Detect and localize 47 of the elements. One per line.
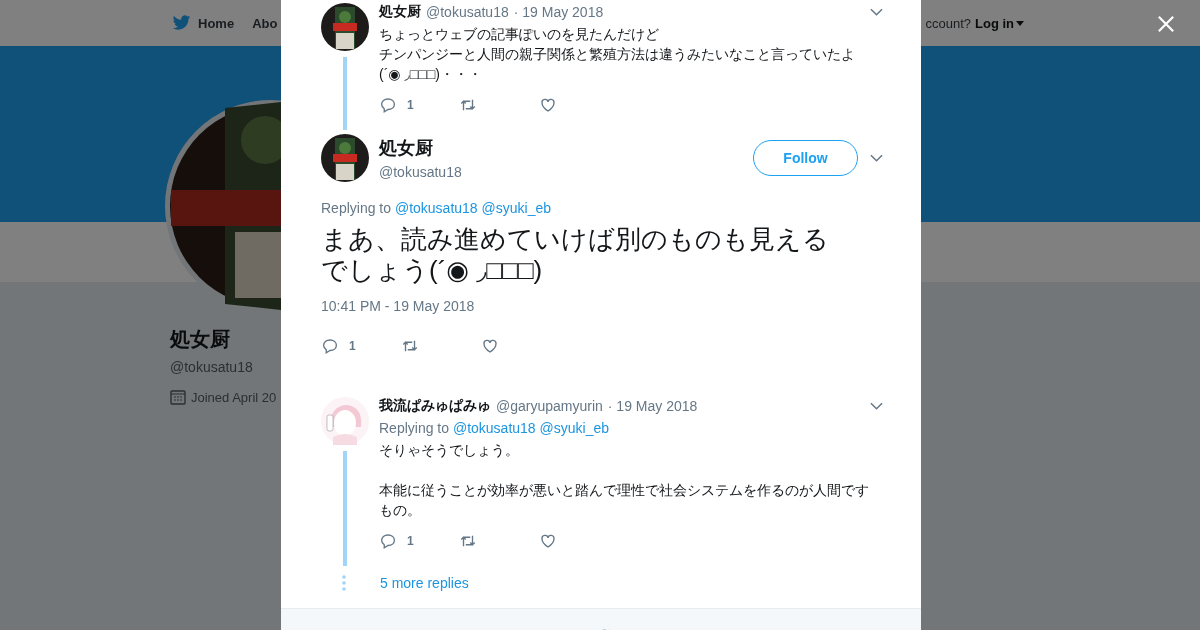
- reply-count: 1: [349, 339, 356, 353]
- nav-link[interactable]: Abo: [252, 15, 278, 31]
- tweet-timestamp[interactable]: 10:41 PM - 19 May 2018: [321, 298, 883, 314]
- mention-link[interactable]: @syuki_eb: [539, 420, 609, 436]
- home-link[interactable]: Home: [172, 15, 235, 31]
- user-name[interactable]: 処女厨: [379, 3, 421, 21]
- tweet-text: そりゃそうでしょう。: [379, 441, 520, 460]
- tweet-text: 本能に従うことが効率が悪いと踏んで理性で社会システムを作るのが人間ですもの。: [379, 481, 870, 520]
- tweet-text: ちょっとウェブの記事ぽいのを見たんだけど: [379, 25, 660, 44]
- user-handle[interactable]: @garyupamyurin: [496, 398, 603, 414]
- bird-icon: [172, 15, 191, 31]
- chevron-icon[interactable]: [870, 154, 883, 162]
- profile-name: 処女厨: [170, 327, 230, 352]
- reply-icon[interactable]: [379, 96, 397, 114]
- calendar-icon: [170, 389, 186, 405]
- chevron-icon[interactable]: [870, 8, 883, 16]
- mention-link[interactable]: @syuki_eb: [481, 200, 551, 216]
- user-name[interactable]: 我流ぱみゅぱみゅ: [379, 397, 491, 415]
- user-handle[interactable]: @tokusatu18: [379, 164, 462, 180]
- account-prompt: ccount?: [925, 15, 971, 31]
- more-replies-link[interactable]: 5 more replies: [380, 575, 469, 591]
- close-icon[interactable]: [1157, 15, 1175, 33]
- mention-link[interactable]: @tokusatu18: [452, 420, 536, 436]
- replying-to: Replying to @tokusatu18 @syuki_eb: [321, 200, 552, 216]
- reply-count: 1: [407, 98, 414, 112]
- reply-icon[interactable]: [379, 532, 397, 550]
- dotted-thread-icon: [342, 575, 346, 591]
- mention-link[interactable]: @tokusatu18: [394, 200, 478, 216]
- chevron-icon[interactable]: [870, 402, 883, 410]
- heart-icon[interactable]: [481, 337, 499, 355]
- login-button[interactable]: Log in: [975, 15, 1024, 31]
- tweet-text: まあ、読み進めていけば別のものも見えるでしょう(´◉ ◞□□□): [321, 224, 830, 286]
- follow-button[interactable]: Follow: [753, 140, 858, 176]
- tweet-text: (´◉ ◞□□□)・・・: [379, 65, 483, 84]
- reply-count: 1: [407, 534, 414, 548]
- replying-to: Replying to @tokusatu18 @syuki_eb: [379, 420, 610, 436]
- heart-icon[interactable]: [539, 532, 557, 550]
- tweet-date[interactable]: · 19 May 2018: [607, 398, 698, 414]
- tweet-text: チンパンジーと人間の親子関係と繁殖方法は違うみたいなこと言っていたよ: [379, 45, 856, 64]
- user-handle[interactable]: @tokusatu18: [426, 4, 509, 20]
- user-name[interactable]: 処女厨: [379, 136, 462, 160]
- profile-handle: @tokusatu18: [170, 359, 253, 375]
- tweet-date[interactable]: · 19 May 2018: [513, 4, 604, 20]
- caret-icon: [1016, 20, 1024, 26]
- reply-icon[interactable]: [321, 337, 339, 355]
- joined-date: Joined April 20: [191, 389, 277, 405]
- heart-icon[interactable]: [539, 96, 557, 114]
